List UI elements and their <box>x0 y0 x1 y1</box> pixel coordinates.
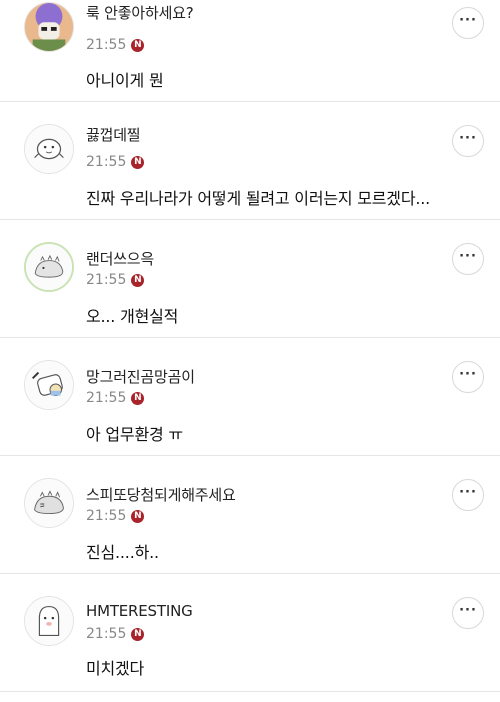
comment-time: 21:55 <box>86 390 127 406</box>
avatar[interactable] <box>24 478 74 528</box>
avatar[interactable] <box>24 124 74 174</box>
more-options-button[interactable]: ··· <box>452 479 484 511</box>
n-badge-icon: N <box>131 38 145 52</box>
comment-time: 21:55 <box>86 508 127 524</box>
avatar[interactable] <box>24 2 74 52</box>
more-options-button[interactable]: ··· <box>452 243 484 275</box>
comment-text: 오... 개현실적 <box>86 307 179 326</box>
comment-meta: 21:55 N <box>86 154 145 170</box>
n-badge-icon: N <box>131 273 145 287</box>
comment-meta: 21:55 N <box>86 508 145 524</box>
comment-text: 아 업무환경 ㅠ <box>86 425 183 444</box>
more-options-button[interactable]: ··· <box>452 597 484 629</box>
comment-item: 망그러진곰망곰이 21:55 N 아 업무환경 ㅠ ··· <box>0 338 500 456</box>
comment-text: 미치겠다 <box>86 659 145 678</box>
more-options-icon: ··· <box>459 484 477 500</box>
comment-meta: 21:55 N <box>86 37 145 53</box>
avatar[interactable] <box>24 242 74 292</box>
comment-nickname[interactable]: 랜더쓰으윽 <box>86 248 154 269</box>
comment-text: 아니이게 뭔 <box>86 71 164 90</box>
more-options-icon: ··· <box>459 12 477 28</box>
comment-item: 랜더쓰으윽 21:55 N 오... 개현실적 ··· <box>0 220 500 338</box>
comment-text: 진심....하.. <box>86 543 159 562</box>
more-options-button[interactable]: ··· <box>452 7 484 39</box>
comment-item: 룩 안좋아하세요? 21:55 N 아니이게 뭔 ··· <box>0 0 500 102</box>
comment-time: 21:55 <box>86 272 127 288</box>
more-options-button[interactable]: ··· <box>452 361 484 393</box>
comment-item: 끓껍데찔 21:55 N 진짜 우리나라가 어떻게 될려고 이러는지 모르겠다.… <box>0 102 500 220</box>
comment-meta: 21:55 N <box>86 272 145 288</box>
more-options-icon: ··· <box>459 602 477 618</box>
comment-text: 진짜 우리나라가 어떻게 될려고 이러는지 모르겠다... <box>86 189 431 208</box>
comment-nickname[interactable]: 망그러진곰망곰이 <box>86 366 195 387</box>
avatar[interactable] <box>24 360 74 410</box>
n-badge-icon: N <box>131 627 145 641</box>
avatar-image <box>25 3 73 51</box>
more-options-icon: ··· <box>459 366 477 382</box>
avatar-image <box>25 125 73 173</box>
avatar-image <box>25 361 73 409</box>
comment-nickname[interactable]: 끓껍데찔 <box>86 124 141 145</box>
more-options-button[interactable]: ··· <box>452 125 484 157</box>
n-badge-icon: N <box>131 155 145 169</box>
comment-item: HMTERESTING 21:55 N 미치겠다 ··· <box>0 574 500 692</box>
comment-nickname[interactable]: 룩 안좋아하세요? <box>86 2 194 23</box>
n-badge-icon: N <box>131 509 145 523</box>
avatar-image <box>26 244 72 290</box>
more-options-icon: ··· <box>459 248 477 264</box>
comment-meta: 21:55 N <box>86 626 145 642</box>
comment-nickname[interactable]: HMTERESTING <box>86 602 193 620</box>
n-badge-icon: N <box>131 391 145 405</box>
comment-nickname[interactable]: 스피또당첨되게해주세요 <box>86 484 236 505</box>
more-options-icon: ··· <box>459 130 477 146</box>
comment-item: 스피또당첨되게해주세요 21:55 N 진심....하.. ··· <box>0 456 500 574</box>
avatar[interactable] <box>24 596 74 646</box>
avatar-image <box>25 479 73 527</box>
comment-time: 21:55 <box>86 626 127 642</box>
comment-meta: 21:55 N <box>86 390 145 406</box>
comment-time: 21:55 <box>86 37 127 53</box>
comment-time: 21:55 <box>86 154 127 170</box>
avatar-image <box>25 597 73 645</box>
